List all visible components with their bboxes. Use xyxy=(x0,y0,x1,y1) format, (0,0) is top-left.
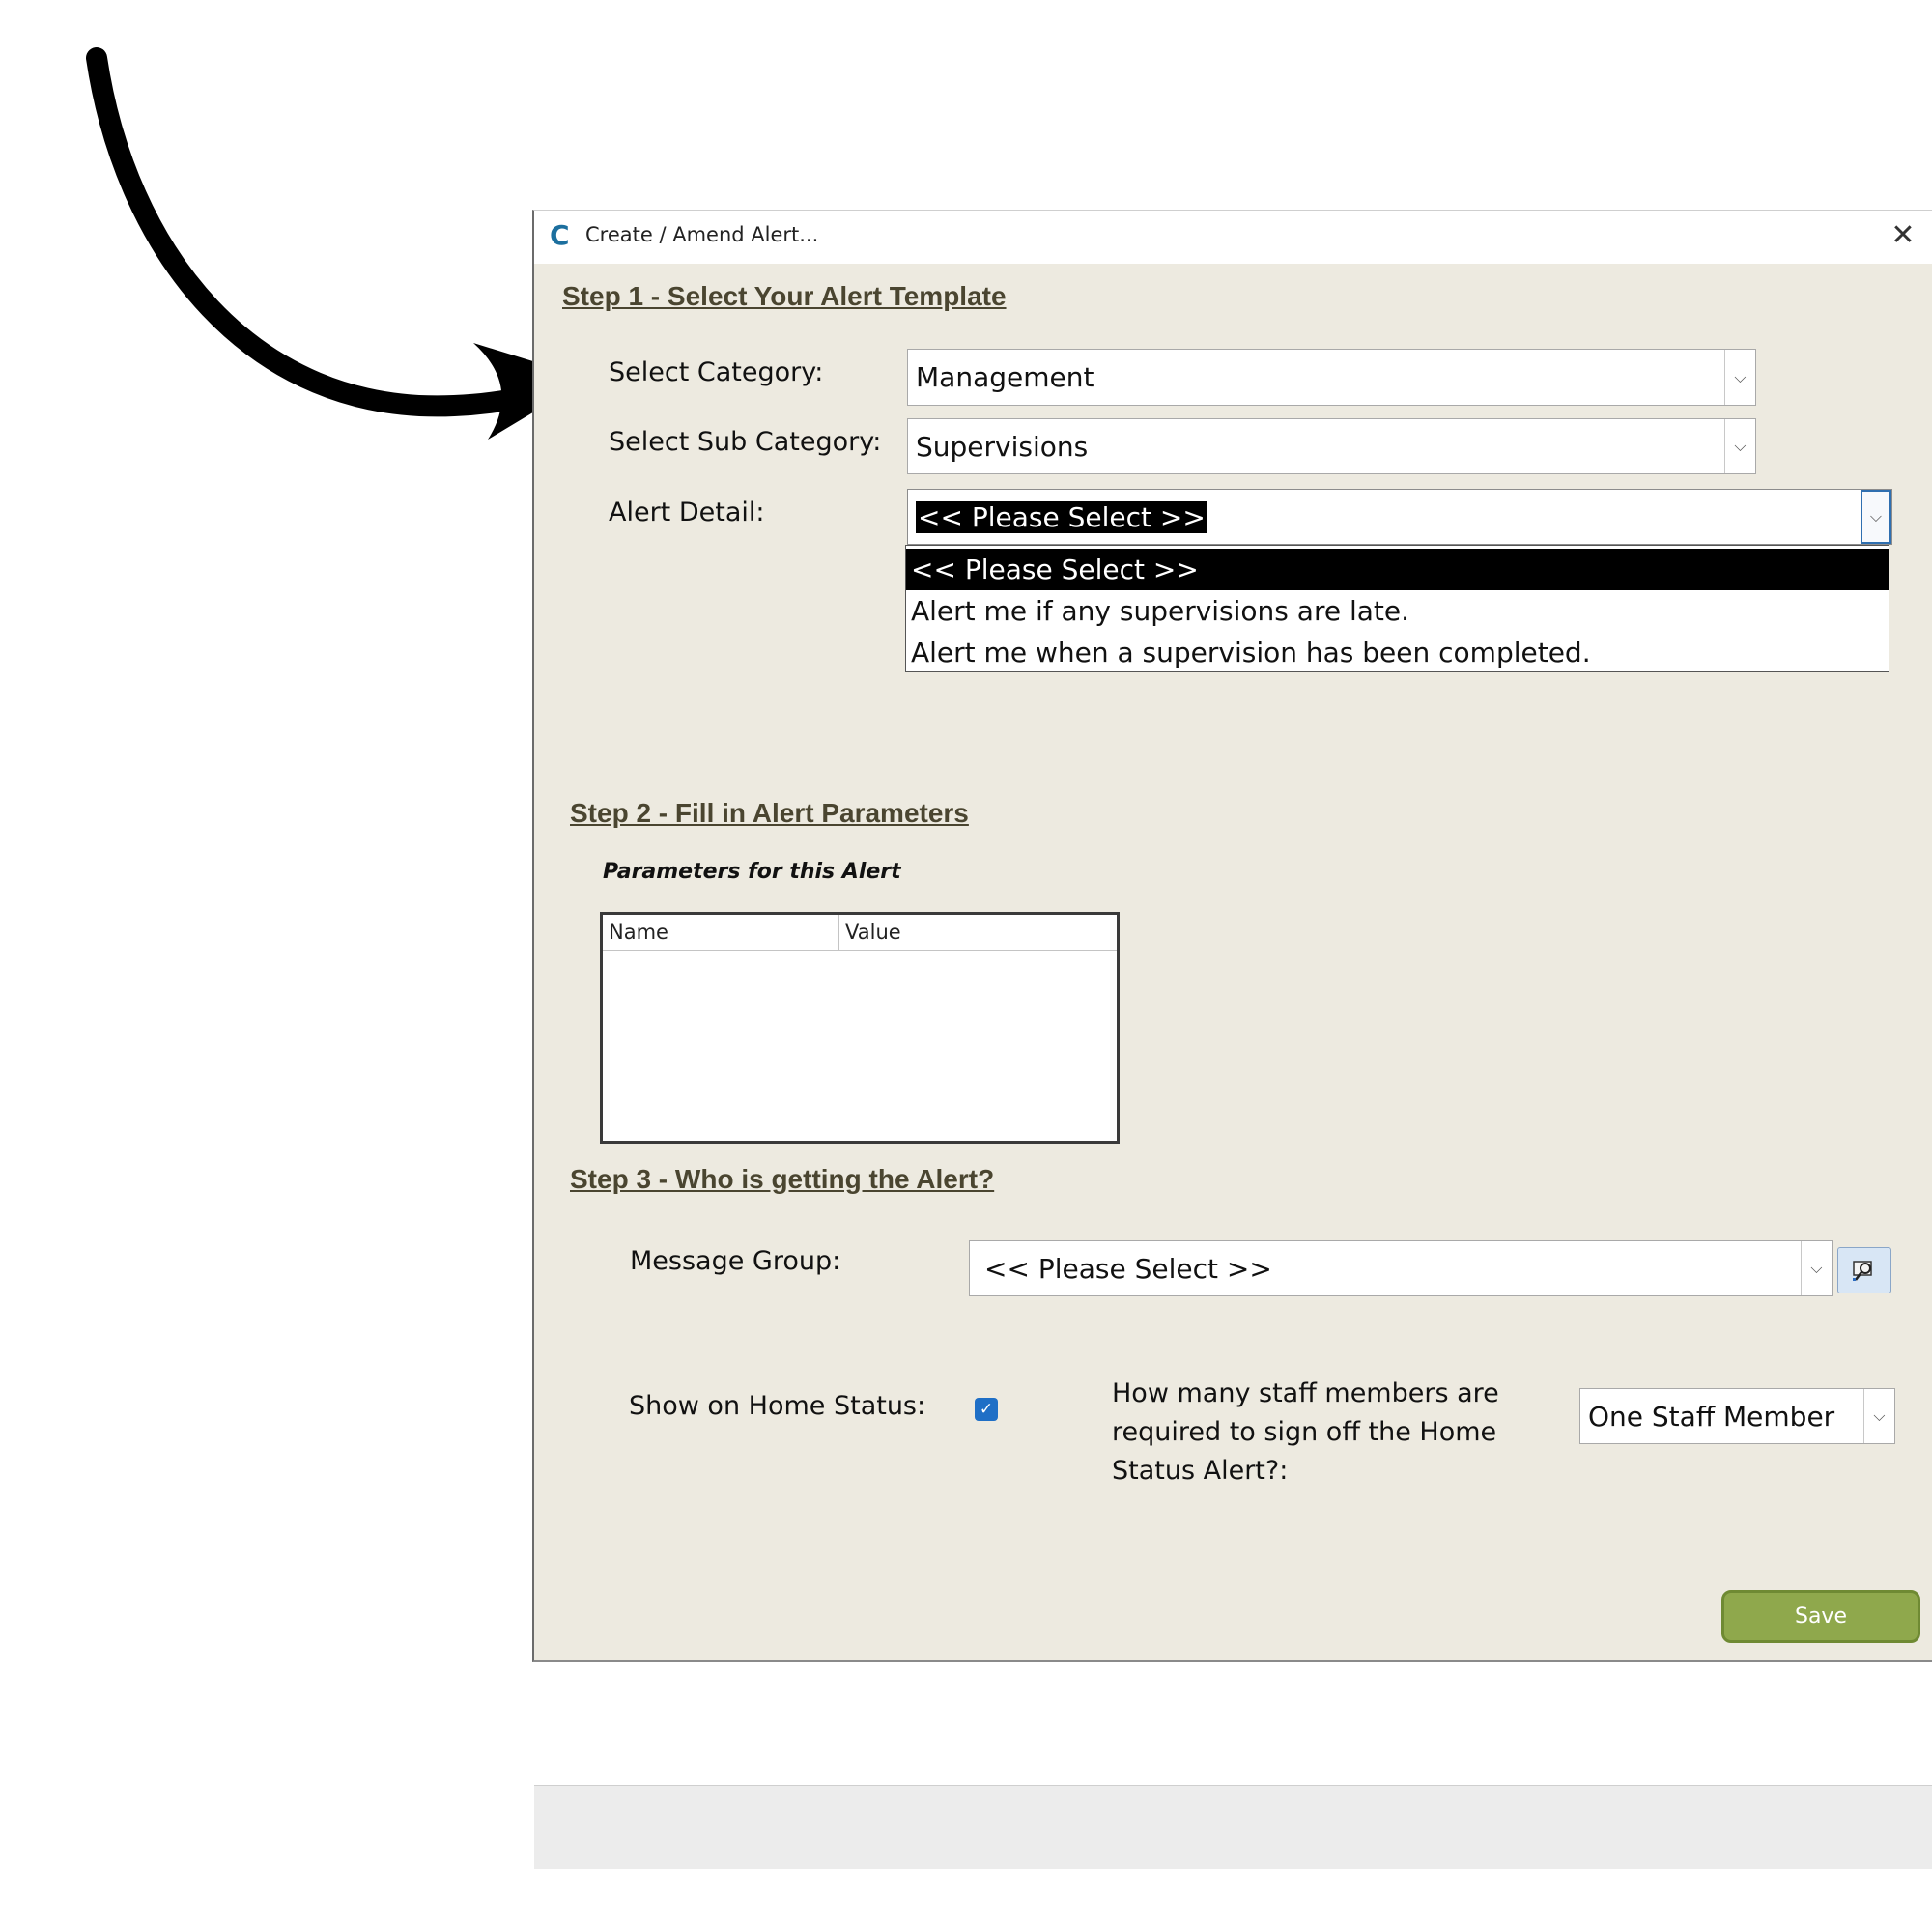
app-logo-icon: C xyxy=(550,219,570,251)
grid-header: Name Value xyxy=(603,915,1117,951)
lookup-icon xyxy=(1853,1261,1872,1281)
alert-detail-dropdown-list: << Please Select >> Alert me if any supe… xyxy=(905,545,1889,672)
message-group-lookup-button[interactable] xyxy=(1837,1247,1891,1293)
save-button[interactable]: Save xyxy=(1721,1590,1920,1643)
category-value: Management xyxy=(916,361,1094,393)
step1-heading: Step 1 - Select Your Alert Template xyxy=(562,281,1007,311)
chevron-down-icon[interactable]: ⌵ xyxy=(1801,1241,1832,1295)
step2-heading: Step 2 - Fill in Alert Parameters xyxy=(570,798,969,828)
dropdown-option[interactable]: Alert me when a supervision has been com… xyxy=(906,632,1889,673)
message-group-select[interactable]: << Please Select >> ⌵ xyxy=(969,1240,1833,1296)
column-header-value[interactable]: Value xyxy=(839,915,1117,950)
select-category-label: Select Category: xyxy=(609,357,824,387)
close-button[interactable]: ✕ xyxy=(1884,216,1922,255)
column-header-name[interactable]: Name xyxy=(603,915,839,950)
signoff-count-value: One Staff Member xyxy=(1588,1400,1835,1433)
checkmark-icon: ✓ xyxy=(979,1400,994,1419)
alert-detail-value-wrap: << Please Select >> xyxy=(916,490,1208,544)
signoff-count-select[interactable]: One Staff Member ⌵ xyxy=(1579,1388,1895,1444)
alert-detail-label: Alert Detail: xyxy=(609,497,765,527)
select-subcategory-label: Select Sub Category: xyxy=(609,427,882,457)
window-title: Create / Amend Alert... xyxy=(585,223,819,246)
dropdown-option[interactable]: Alert me if any supervisions are late. xyxy=(906,590,1889,632)
show-home-status-label: Show on Home Status: xyxy=(629,1391,926,1421)
chevron-down-icon[interactable]: ⌵ xyxy=(1861,490,1891,544)
dialog-footer xyxy=(534,1785,1932,1869)
parameters-caption: Parameters for this Alert xyxy=(603,860,901,884)
title-bar: C Create / Amend Alert... ✕ xyxy=(534,211,1932,264)
chevron-down-icon[interactable]: ⌵ xyxy=(1863,1389,1894,1443)
message-group-value: << Please Select >> xyxy=(984,1252,1272,1285)
parameters-grid[interactable]: Name Value xyxy=(600,912,1120,1144)
signoff-question: How many staff members are required to s… xyxy=(1112,1378,1499,1486)
category-select[interactable]: Management ⌵ xyxy=(907,349,1756,406)
chevron-down-icon[interactable]: ⌵ xyxy=(1724,350,1755,405)
dropdown-option[interactable]: << Please Select >> xyxy=(906,549,1889,590)
subcategory-value: Supervisions xyxy=(916,430,1089,463)
alert-detail-value: << Please Select >> xyxy=(916,500,1208,533)
step3-heading: Step 3 - Who is getting the Alert? xyxy=(570,1164,995,1194)
chevron-down-icon[interactable]: ⌵ xyxy=(1724,419,1755,473)
message-group-label: Message Group: xyxy=(630,1246,841,1276)
subcategory-select[interactable]: Supervisions ⌵ xyxy=(907,418,1756,474)
alert-detail-select[interactable]: << Please Select >> ⌵ xyxy=(907,489,1892,545)
show-home-status-checkbox[interactable]: ✓ xyxy=(975,1398,998,1421)
